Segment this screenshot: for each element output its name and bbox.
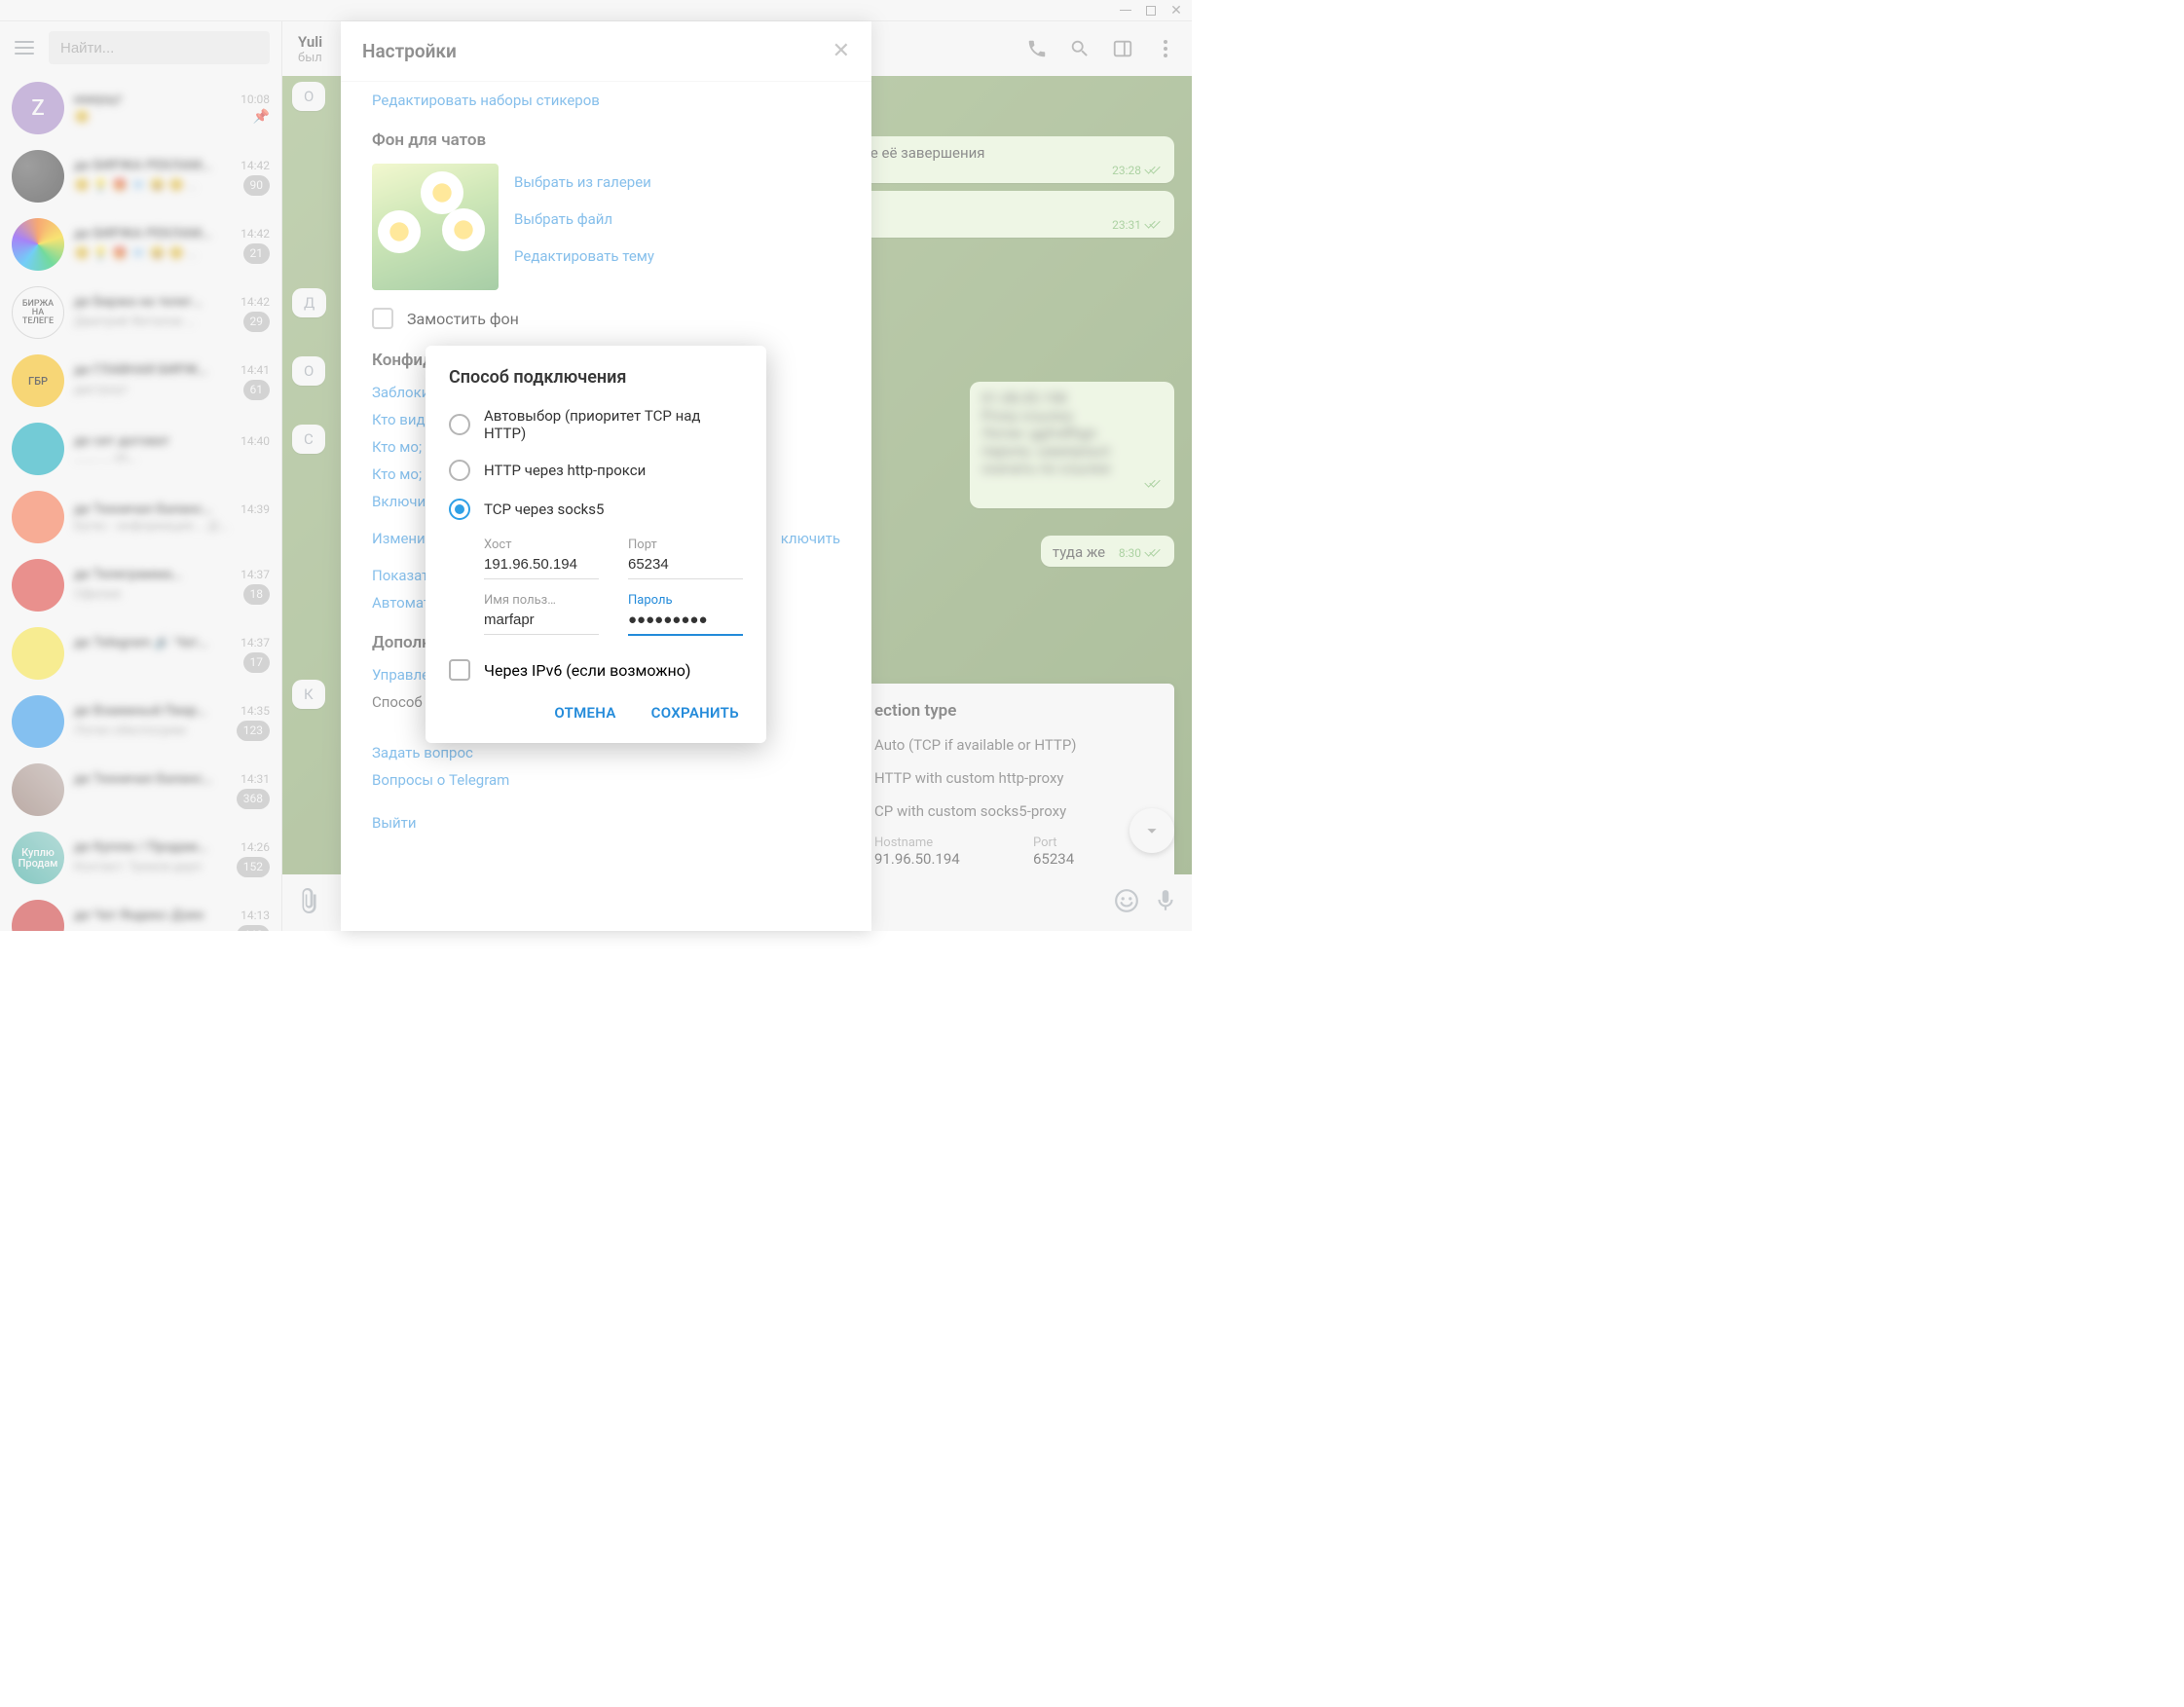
host-input[interactable] xyxy=(484,552,599,579)
port-input[interactable] xyxy=(628,552,743,579)
save-button[interactable]: СОХРАНИТЬ xyxy=(648,696,743,729)
radio-socks5[interactable]: TCP через socks5 xyxy=(449,499,743,520)
radio-icon-selected xyxy=(449,499,470,520)
port-label: Порт xyxy=(628,538,743,552)
username-input[interactable] xyxy=(484,608,599,635)
password-input[interactable] xyxy=(628,608,743,636)
ipv6-label: Через IPv6 (если возможно) xyxy=(484,661,690,680)
radio-auto[interactable]: Автовыбор (приоритет TCP над HTTP) xyxy=(449,407,743,442)
ipv6-checkbox[interactable] xyxy=(449,659,470,681)
host-label: Хост xyxy=(484,538,599,552)
dialog-title: Способ подключения xyxy=(449,367,743,388)
radio-icon xyxy=(449,460,470,481)
password-label: Пароль xyxy=(628,593,743,608)
username-label: Имя польз… xyxy=(484,593,599,608)
cancel-button[interactable]: ОТМЕНА xyxy=(550,696,619,729)
connection-dialog: Способ подключения Автовыбор (приоритет … xyxy=(426,346,766,743)
radio-icon xyxy=(449,414,470,435)
radio-http[interactable]: HTTP через http-прокси xyxy=(449,460,743,481)
